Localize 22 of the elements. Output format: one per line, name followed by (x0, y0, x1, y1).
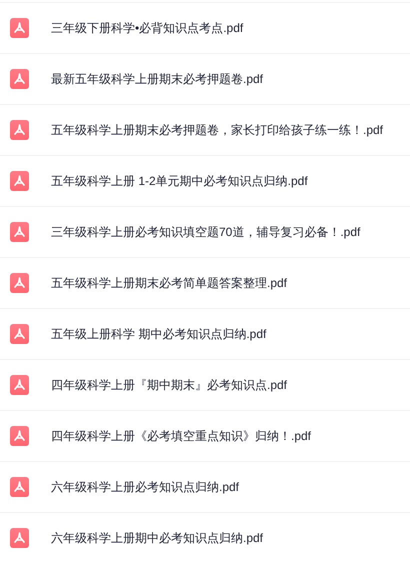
pdf-icon (10, 375, 29, 395)
pdf-icon (10, 171, 29, 191)
file-name[interactable]: 四年级科学上册『期中期末』必考知识点.pdf (51, 376, 288, 394)
pdf-icon (10, 324, 29, 344)
pdf-icon (10, 528, 29, 548)
file-name[interactable]: 最新五年级科学上册期末必考押题卷.pdf (51, 70, 264, 88)
pdf-icon (10, 477, 29, 497)
file-name[interactable]: 三年级下册科学•必背知识点考点.pdf (51, 19, 244, 37)
pdf-icon (10, 426, 29, 446)
pdf-icon (10, 273, 29, 293)
pdf-icon (10, 120, 29, 140)
file-name[interactable]: 六年级科学上册期中必考知识点归纳.pdf (51, 529, 264, 547)
file-name[interactable]: 五年级科学上册期末必考押题卷，家长打印给孩子练一练！.pdf (51, 121, 384, 139)
file-name[interactable]: 六年级科学上册必考知识点归纳.pdf (51, 478, 240, 496)
file-name[interactable]: 五年级科学上册期末必考简单题答案整理.pdf (51, 274, 288, 292)
file-name[interactable]: 三年级科学上册必考知识填空题70道，辅导复习必备！.pdf (51, 223, 360, 241)
pdf-icon (10, 18, 29, 38)
file-name[interactable]: 五年级上册科学 期中必考知识点归纳.pdf (51, 325, 266, 343)
pdf-icon (10, 222, 29, 242)
file-name[interactable]: 五年级科学上册 1-2单元期中必考知识点归纳.pdf (51, 172, 308, 190)
pdf-icon (10, 69, 29, 89)
file-name[interactable]: 四年级科学上册《必考填空重点知识》归纳！.pdf (51, 427, 312, 445)
